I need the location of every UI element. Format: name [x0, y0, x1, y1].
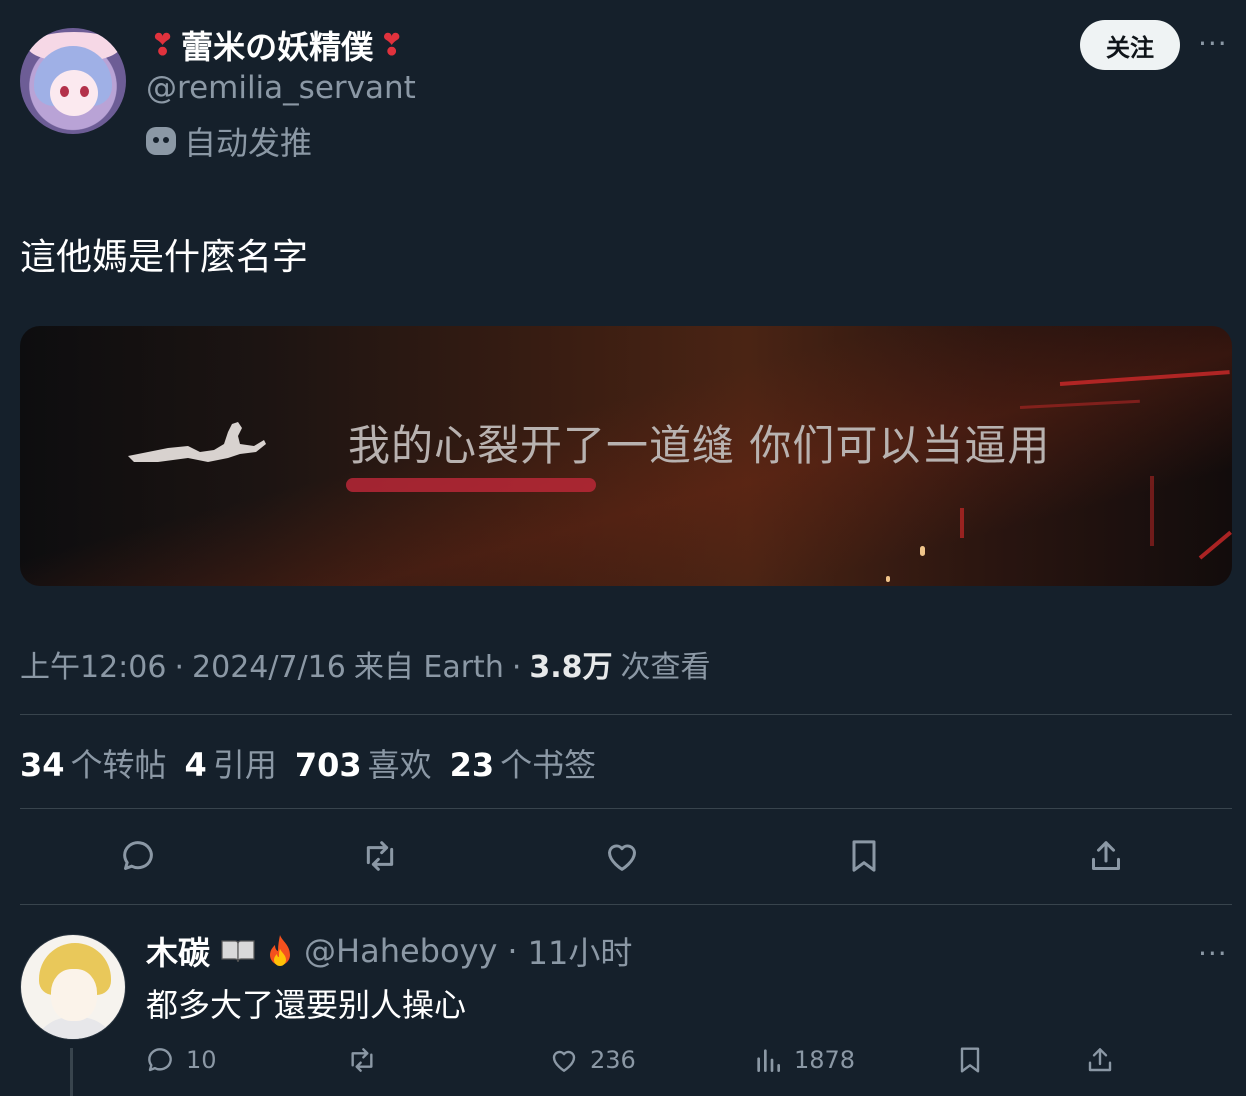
divider: [20, 904, 1232, 905]
tweet-time[interactable]: 上午12:06: [20, 642, 166, 686]
heart-mark-icon: ❣: [379, 27, 405, 63]
quotes-stat[interactable]: 4 引用: [185, 740, 277, 786]
author-handle[interactable]: @remilia_servant: [146, 70, 416, 106]
reply-author-name[interactable]: 木碳: [146, 928, 210, 974]
reply-icon: [148, 1048, 172, 1072]
reply-author-avatar[interactable]: [20, 934, 126, 1040]
tweet-date[interactable]: 2024/7/16: [192, 650, 346, 685]
engagement-stats: 34 个转帖 4 引用 703 喜欢 23 个书签: [20, 740, 596, 786]
reply-button[interactable]: [116, 834, 160, 878]
repost-button[interactable]: [358, 834, 402, 878]
automated-label: 自动发推: [146, 118, 312, 164]
follow-button[interactable]: 关注: [1080, 20, 1180, 70]
bookmark-button[interactable]: [842, 834, 886, 878]
reply-reply-button[interactable]: 10: [144, 1040, 217, 1080]
views-icon: [757, 1049, 780, 1072]
bookmarks-stat[interactable]: 23 个书签: [450, 740, 597, 786]
heart-mark-icon: ❣: [150, 27, 176, 63]
share-button[interactable]: [1084, 834, 1128, 878]
automated-label-text: 自动发推: [184, 124, 313, 162]
reply-author-handle[interactable]: @Haheboyy: [304, 932, 497, 970]
reply-like-button[interactable]: 236: [548, 1040, 636, 1080]
views-label: 次查看: [620, 650, 711, 685]
reply-bookmark-button[interactable]: [954, 1040, 986, 1080]
reply-separator: ·: [507, 932, 518, 970]
tweet-media[interactable]: 我的心裂开了一道缝 你们可以当逼用: [20, 326, 1232, 586]
views-count: 3.8万: [529, 650, 613, 685]
media-caption: 我的心裂开了一道缝 你们可以当逼用: [348, 421, 1051, 470]
likes-stat[interactable]: 703 喜欢: [295, 740, 432, 786]
reply-repost-button[interactable]: [346, 1040, 378, 1080]
fire-icon: [270, 935, 291, 966]
share-icon: [1092, 841, 1120, 870]
reposts-stat[interactable]: 34 个转帖: [20, 740, 167, 786]
repost-icon: [351, 1048, 373, 1072]
reply-views-button[interactable]: 1878: [752, 1040, 855, 1080]
tweet-meta: 上午12:06 · 2024/7/16 来自 Earth · 3.8万 次查看: [20, 642, 711, 686]
like-icon: [552, 1050, 576, 1072]
reply-time[interactable]: 11小时: [528, 928, 633, 974]
book-icon: [221, 940, 255, 963]
bookmark-icon: [960, 1047, 980, 1073]
author-display-name[interactable]: ❣ 蕾米の妖精僕 ❣: [150, 22, 404, 68]
reply-share-button[interactable]: [1084, 1040, 1116, 1080]
share-icon: [1088, 1048, 1112, 1072]
reply-more-icon[interactable]: ···: [1198, 940, 1228, 968]
tweet-text: 這他媽是什麼名字: [20, 237, 309, 278]
divider: [20, 808, 1232, 809]
more-icon[interactable]: ···: [1198, 30, 1228, 58]
bookmark-icon: [852, 840, 876, 872]
author-name-text: 蕾米の妖精僕: [181, 28, 374, 66]
reply-text: 都多大了還要别人操心: [146, 986, 467, 1024]
reply-views-count: 1878: [794, 1046, 856, 1074]
divider: [20, 714, 1232, 715]
author-avatar[interactable]: [20, 28, 126, 134]
tweet-source: 来自 Earth: [353, 650, 504, 685]
meta-separator: ·: [174, 650, 185, 685]
figure-graphic: [128, 422, 266, 462]
media-highlight-bar: [346, 478, 596, 492]
repost-icon: [366, 841, 394, 871]
reply-icon: [123, 841, 153, 870]
reply-replies-count: 10: [186, 1046, 217, 1074]
thread-line: [70, 1048, 73, 1096]
reply-header: 木碳 @Haheboyy · 11小时: [146, 928, 632, 974]
reply-likes-count: 236: [590, 1046, 636, 1074]
robot-icon: [146, 127, 176, 155]
like-icon: [608, 844, 636, 871]
like-button[interactable]: [600, 834, 644, 878]
meta-separator: ·: [511, 650, 522, 685]
